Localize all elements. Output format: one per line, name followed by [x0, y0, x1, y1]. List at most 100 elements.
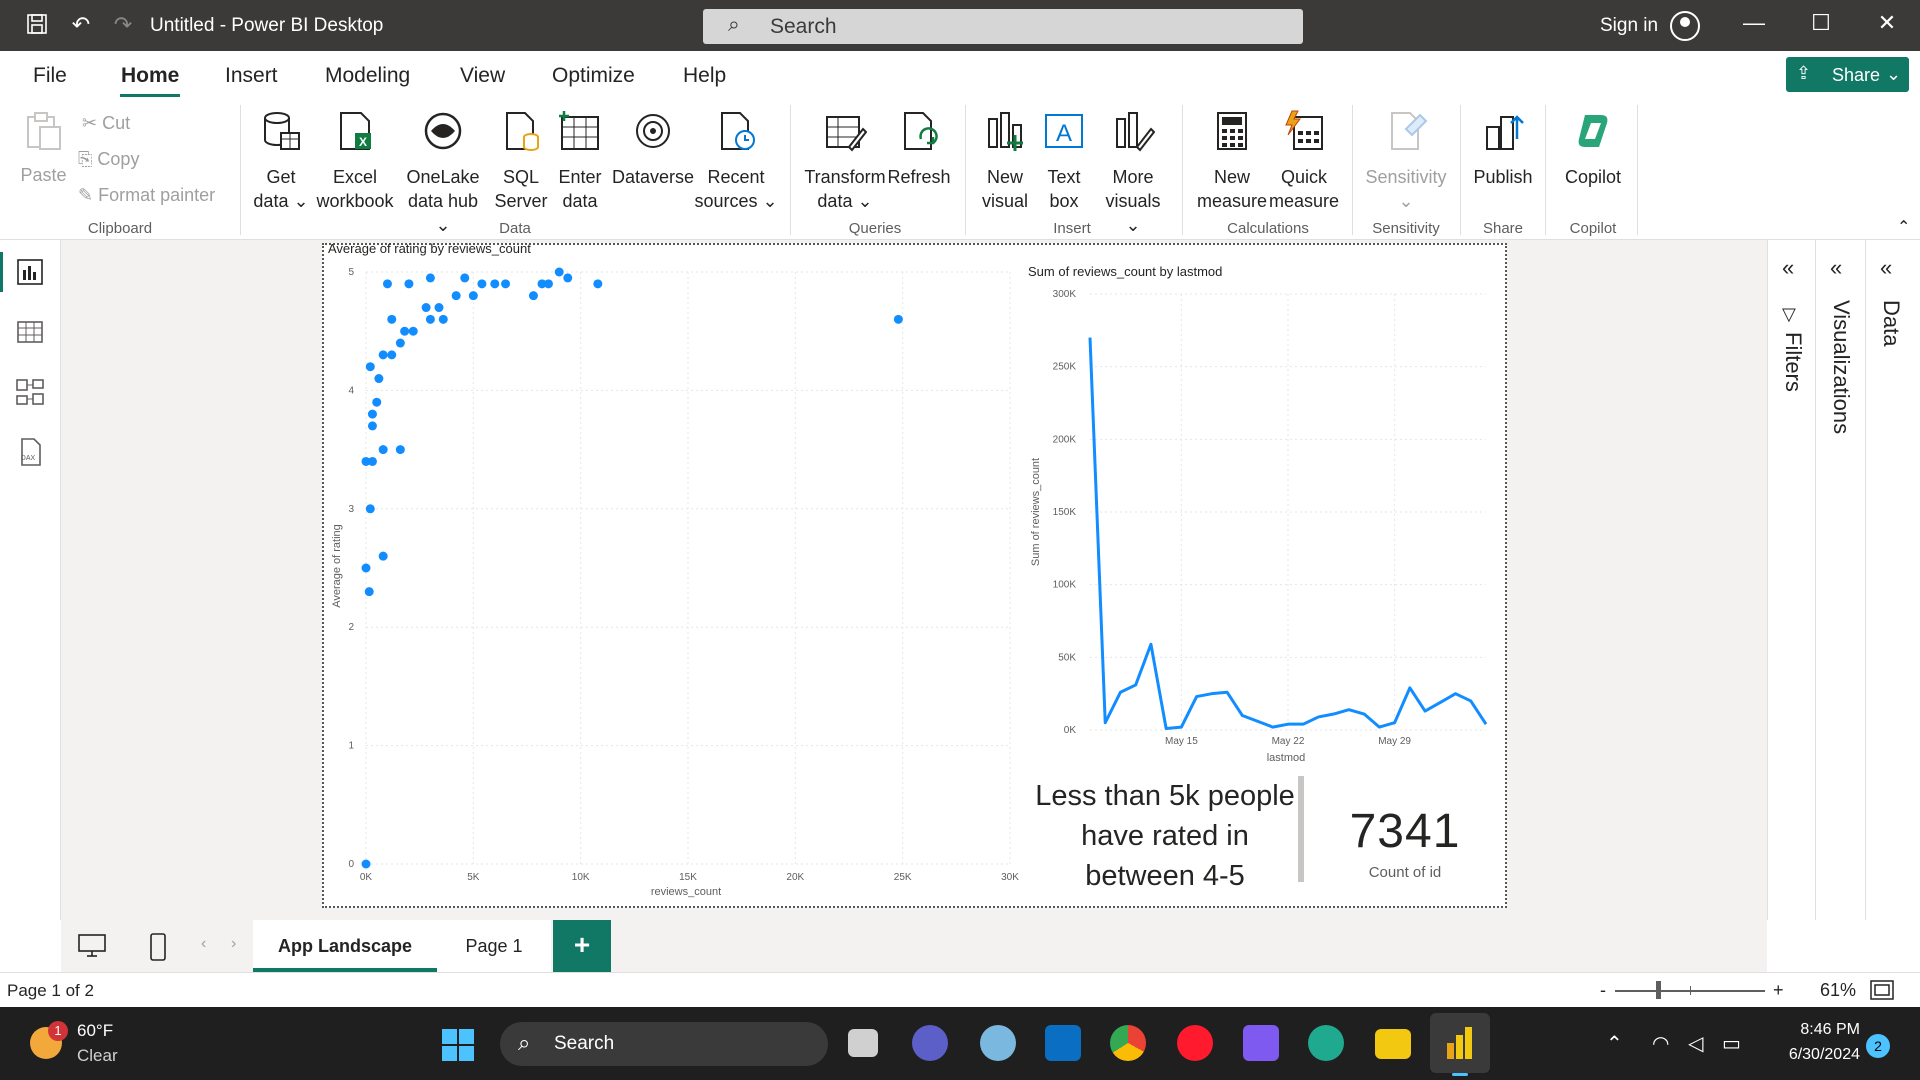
- enter-data-button[interactable]: Enter data: [552, 109, 608, 213]
- math-app-icon[interactable]: [980, 1025, 1016, 1061]
- collapse-ribbon-icon[interactable]: ⌃: [1897, 217, 1910, 237]
- refresh-button[interactable]: Refresh: [886, 109, 952, 189]
- teams-icon[interactable]: [912, 1025, 948, 1061]
- maximize-icon[interactable]: ☐: [1806, 10, 1836, 36]
- copy-button[interactable]: ⎘ Copy: [78, 149, 139, 170]
- copilot-button[interactable]: Copilot: [1555, 109, 1631, 189]
- expand-data-icon[interactable]: «: [1880, 255, 1892, 281]
- expand-visualizations-icon[interactable]: «: [1830, 255, 1842, 281]
- battery-icon[interactable]: ▭: [1722, 1031, 1741, 1056]
- format-painter-button[interactable]: ✎ Format painter: [78, 185, 215, 206]
- next-page-icon[interactable]: ›: [231, 935, 236, 953]
- copilot-app-icon[interactable]: [1243, 1025, 1279, 1061]
- active-app-indicator: [1452, 1073, 1468, 1076]
- scatter-point: [361, 859, 371, 869]
- file-explorer-icon[interactable]: [1375, 1029, 1411, 1059]
- tab-modeling[interactable]: Modeling: [325, 64, 410, 88]
- zoom-slider-thumb[interactable]: [1656, 981, 1661, 999]
- report-view-icon[interactable]: [14, 256, 46, 288]
- scatter-point: [382, 279, 392, 289]
- scatter-chart[interactable]: 0 1 2 3 4 5 0K 5K 10K 15K 20K 25K 30K: [322, 256, 1022, 896]
- tab-help[interactable]: Help: [683, 64, 726, 88]
- desktop-layout-icon[interactable]: [77, 933, 107, 965]
- tab-app-landscape[interactable]: App Landscape: [253, 920, 437, 972]
- scatter-point: [563, 273, 573, 283]
- notification-badge[interactable]: 2: [1866, 1034, 1890, 1058]
- group-label-queries: Queries: [848, 220, 902, 237]
- task-view-icon[interactable]: [848, 1029, 878, 1057]
- quick-measure-button[interactable]: Quick measure: [1266, 109, 1342, 213]
- text-box-button[interactable]: A Text box: [1036, 109, 1092, 213]
- wifi-icon[interactable]: ◠: [1652, 1031, 1669, 1056]
- weather-temperature[interactable]: 60°F: [77, 1021, 113, 1041]
- opera-icon[interactable]: [1177, 1025, 1213, 1061]
- kpi-card-value[interactable]: 7341: [1340, 804, 1470, 859]
- search-box[interactable]: ⌕ Search: [703, 9, 1303, 44]
- tab-page-1[interactable]: Page 1: [437, 920, 551, 972]
- cut-button[interactable]: ✂ Cut: [82, 113, 130, 134]
- prev-page-icon[interactable]: ‹: [201, 935, 206, 953]
- visualizations-pane[interactable]: « Visualizations: [1815, 240, 1865, 920]
- group-label-copilot: Copilot: [1569, 220, 1617, 237]
- filters-pane[interactable]: « ▽ Filters: [1767, 240, 1815, 920]
- account-icon[interactable]: [1670, 11, 1700, 41]
- expand-filters-icon[interactable]: «: [1782, 255, 1794, 281]
- group-separator: [1637, 105, 1638, 235]
- zoom-in-button[interactable]: +: [1773, 980, 1784, 1001]
- taskbar-search[interactable]: ⌕ Search: [500, 1022, 828, 1066]
- tab-home[interactable]: Home: [121, 64, 179, 88]
- excel-workbook-button[interactable]: X Excel workbook: [313, 109, 397, 213]
- undo-icon[interactable]: ↶: [68, 12, 94, 38]
- dax-query-view-icon[interactable]: DAX: [14, 436, 46, 468]
- more-visuals-button[interactable]: More visuals ⌄: [1096, 109, 1170, 237]
- insight-text-box[interactable]: Less than 5k people have rated in betwee…: [1025, 776, 1305, 896]
- dataverse-button[interactable]: Dataverse: [612, 109, 694, 189]
- onelake-data-hub-button[interactable]: OneLake data hub ⌄: [399, 109, 487, 237]
- tab-optimize[interactable]: Optimize: [552, 64, 635, 88]
- volume-icon[interactable]: ◁: [1688, 1031, 1703, 1056]
- line-chart[interactable]: 0K 50K 100K 150K 200K 250K 300K May 15 May 22 May…: [1030, 280, 1500, 750]
- fit-to-page-icon[interactable]: [1870, 980, 1894, 1005]
- add-page-button[interactable]: +: [553, 920, 611, 972]
- table-icon: [559, 111, 599, 150]
- clock-time[interactable]: 8:46 PM: [1760, 1021, 1860, 1039]
- publish-button[interactable]: Publish: [1468, 109, 1538, 189]
- sign-in-link[interactable]: Sign in: [1600, 15, 1658, 37]
- clock-date[interactable]: 6/30/2024: [1760, 1046, 1860, 1064]
- new-visual-button[interactable]: New visual: [975, 109, 1035, 213]
- mail-icon[interactable]: [1045, 1025, 1081, 1061]
- mobile-layout-icon[interactable]: [149, 933, 167, 967]
- power-bi-icon[interactable]: [1445, 1025, 1475, 1061]
- show-hidden-icons[interactable]: ⌃: [1606, 1031, 1623, 1056]
- scatter-point: [365, 504, 375, 514]
- data-pane[interactable]: « Data: [1865, 240, 1920, 920]
- chevron-down-icon: ⌄: [1398, 191, 1414, 211]
- sql-label-2: Server: [494, 191, 548, 211]
- taskbar-search-label: Search: [554, 1033, 615, 1054]
- chrome-icon[interactable]: [1110, 1025, 1146, 1061]
- save-icon[interactable]: [24, 12, 50, 38]
- scatter-point: [593, 279, 603, 289]
- zoom-out-button[interactable]: -: [1600, 980, 1606, 1001]
- model-view-icon[interactable]: [14, 376, 46, 408]
- share-button[interactable]: ⇪ Share ⌄: [1786, 57, 1909, 92]
- group-separator: [1352, 105, 1353, 235]
- minimize-icon[interactable]: —: [1739, 10, 1769, 36]
- sql-icon: [506, 112, 539, 151]
- close-icon[interactable]: ✕: [1872, 10, 1902, 36]
- title-bar: ↶ ↷ Untitled - Power BI Desktop ⌕ Search…: [0, 0, 1920, 51]
- transform-data-button[interactable]: Transform data ⌄: [800, 109, 890, 213]
- sql-server-button[interactable]: SQL Server: [492, 109, 550, 213]
- tab-view[interactable]: View: [460, 64, 505, 88]
- redo-icon[interactable]: ↷: [110, 12, 136, 38]
- get-data-button[interactable]: Get data ⌄: [253, 109, 309, 213]
- edge-icon[interactable]: [1308, 1025, 1344, 1061]
- tab-file[interactable]: File: [33, 64, 67, 88]
- new-measure-button[interactable]: New measure: [1194, 109, 1270, 213]
- tab-insert[interactable]: Insert: [225, 64, 278, 88]
- sensitivity-button[interactable]: Sensitivity ⌄: [1358, 109, 1454, 213]
- table-view-icon[interactable]: [14, 316, 46, 348]
- windows-start-icon[interactable]: [441, 1028, 475, 1062]
- paste-button[interactable]: Paste: [16, 109, 71, 187]
- recent-sources-button[interactable]: Recent sources ⌄: [694, 109, 778, 213]
